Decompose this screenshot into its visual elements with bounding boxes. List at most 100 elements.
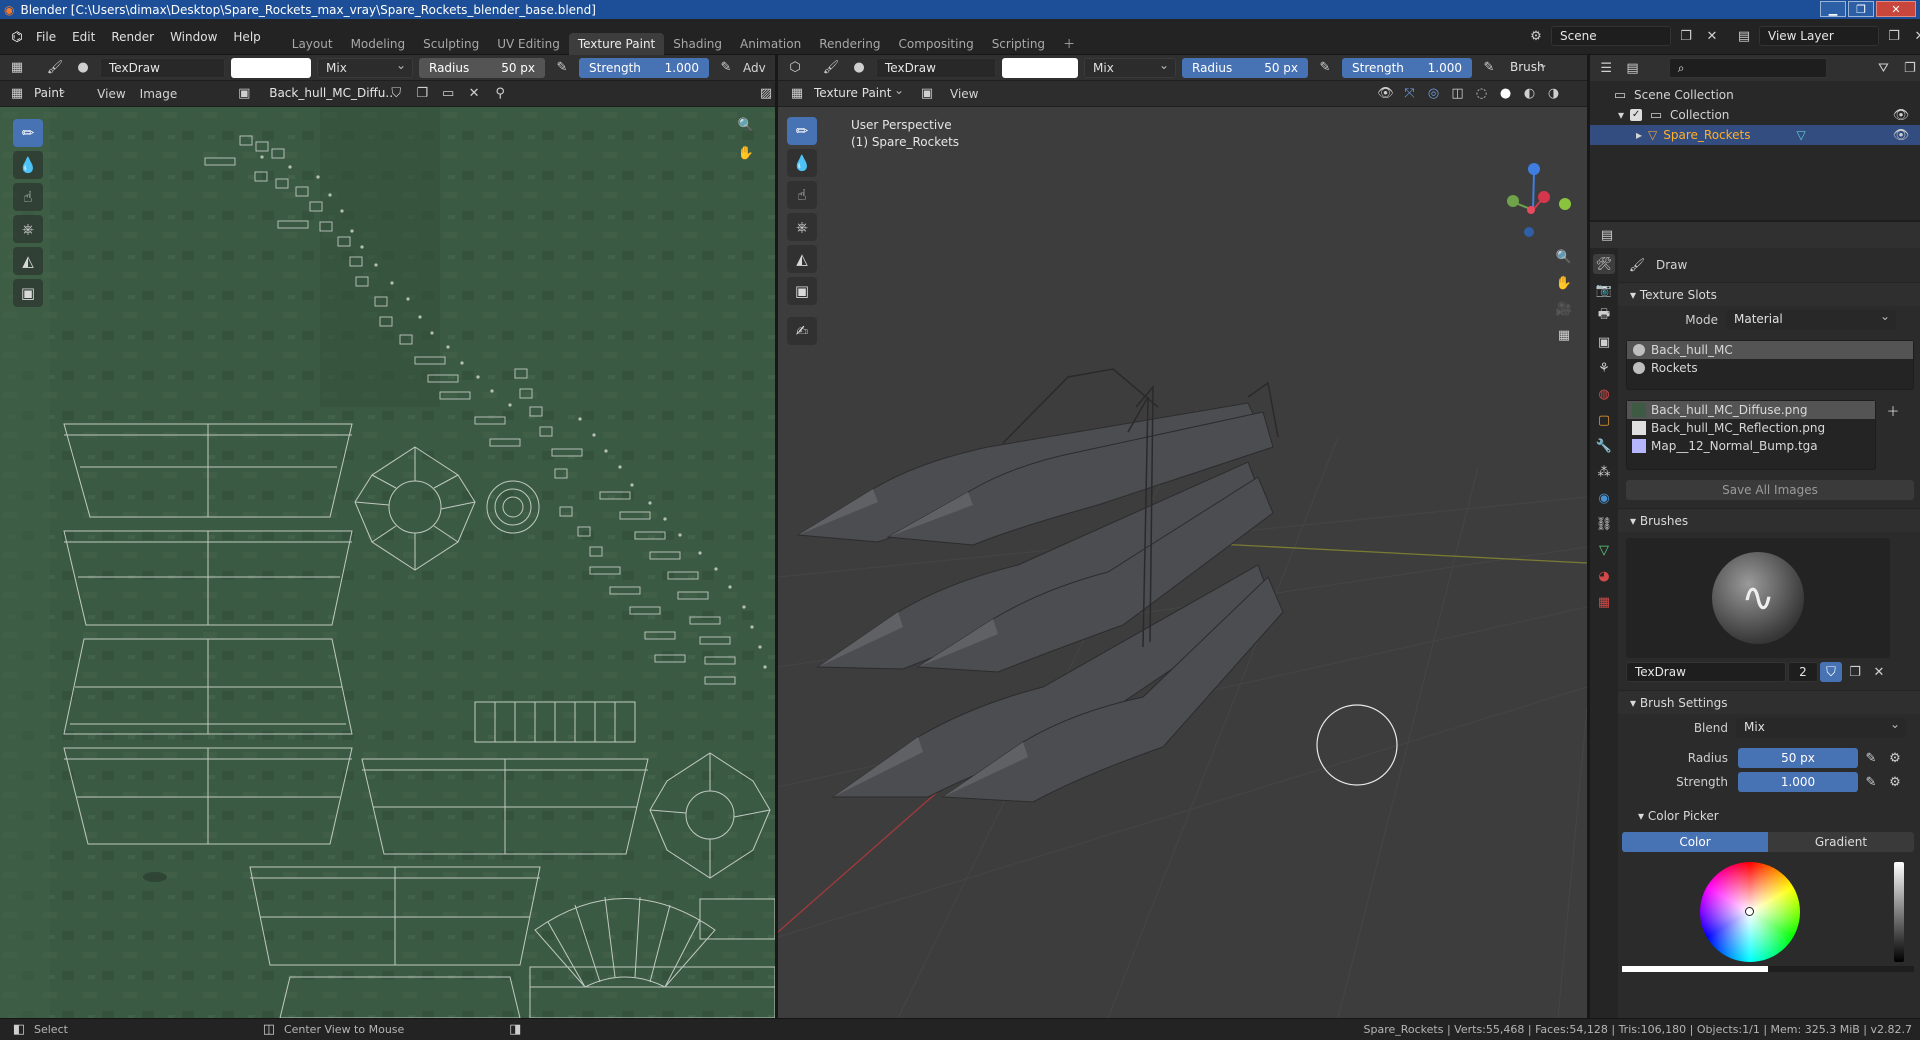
brushes-header[interactable]: ▾ Brushes — [1618, 508, 1920, 532]
menu-view[interactable]: View — [97, 87, 125, 101]
collection-label[interactable]: Collection — [1670, 108, 1729, 122]
close-window-button[interactable]: ✕ — [1876, 1, 1916, 17]
visibility-icon[interactable]: 👁 — [1374, 84, 1396, 104]
tab-shading[interactable]: Shading — [664, 33, 731, 55]
brush-name-field[interactable]: TexDraw — [876, 57, 996, 78]
view-layer-field[interactable]: View Layer — [1759, 26, 1879, 46]
delete-view-layer-icon[interactable]: ✕ — [1909, 26, 1920, 46]
new-image-icon[interactable]: ❐ — [413, 84, 431, 104]
menu-image[interactable]: Image — [140, 87, 178, 101]
strength-jitter-icon[interactable]: ⚙ — [1884, 772, 1906, 792]
camera-view-icon[interactable]: 🎥 — [1553, 299, 1575, 319]
output-tab-icon[interactable]: 🖶 — [1593, 306, 1615, 326]
texture-slots-header[interactable]: ▾ Texture Slots — [1618, 282, 1920, 306]
list-item[interactable]: Map__12_Normal_Bump.tga — [1627, 437, 1875, 455]
scene-field[interactable]: Scene — [1551, 26, 1671, 46]
checkbox-icon[interactable]: ✓ — [1630, 109, 1643, 121]
eye-icon[interactable]: 👁 — [1890, 105, 1912, 125]
draw-tool-icon[interactable]: ✏ — [13, 119, 43, 147]
brush-datablock-name[interactable]: TexDraw — [1626, 662, 1786, 682]
constraints-tab-icon[interactable]: ⛓ — [1593, 514, 1615, 534]
zoom-icon[interactable]: 🔍 — [1553, 247, 1575, 267]
menu-edit[interactable]: Edit — [64, 26, 103, 48]
scene-icon[interactable]: ⚙ — [1525, 26, 1547, 46]
physics-tab-icon[interactable]: ◉ — [1593, 488, 1615, 508]
list-item[interactable]: Back_hull_MC_Reflection.png — [1627, 419, 1875, 437]
object-tab-icon[interactable]: ▢ — [1593, 410, 1615, 430]
tab-compositing[interactable]: Compositing — [889, 33, 982, 55]
uv-texture-canvas[interactable]: ✏ 💧 ☝ ⎈ ◭ ▣ 🔍 ✋ — [0, 107, 775, 1018]
save-all-images-button[interactable]: Save All Images — [1626, 480, 1914, 500]
tab-texture-paint[interactable]: Texture Paint — [568, 33, 665, 55]
brush-menu[interactable]: Brush — [1506, 55, 1554, 78]
data-tab-icon[interactable]: ▽ — [1593, 540, 1615, 560]
blender-menu-icon[interactable]: ⌬ — [6, 27, 28, 47]
viewport-canvas[interactable]: User Perspective (1) Spare_Rockets ✏ 💧 ☝… — [778, 107, 1587, 1018]
brush-preview[interactable]: ∿ — [1626, 538, 1890, 658]
smear-tool-icon[interactable]: ☝ — [13, 183, 43, 211]
gizmo-icon[interactable]: ⤧ — [1398, 84, 1420, 104]
pressure-strength-icon[interactable]: ✎ — [1478, 58, 1500, 78]
tool-tab-icon[interactable]: 🛠 — [1593, 254, 1615, 274]
list-item[interactable]: Back_hull_MC — [1627, 341, 1913, 359]
menu-render[interactable]: Render — [103, 26, 162, 48]
radius-slider[interactable]: Radius 50 px — [1182, 57, 1308, 78]
list-item[interactable]: Back_hull_MC_Diffuse.png — [1627, 401, 1875, 419]
brush-color-swatch[interactable] — [231, 57, 311, 78]
strength-slider[interactable]: Strength 1.000 — [579, 57, 709, 78]
scene-tab-icon[interactable]: ⚘ — [1593, 358, 1615, 378]
draw-tool-icon[interactable]: ✏ — [787, 117, 817, 145]
display-channels-icon[interactable]: ▨ — [757, 84, 775, 104]
image-browse-icon[interactable]: ▣ — [235, 84, 253, 104]
smear-tool-icon[interactable]: ☝ — [787, 181, 817, 209]
tab-sculpting[interactable]: Sculpting — [414, 33, 488, 55]
tab-modeling[interactable]: Modeling — [342, 33, 415, 55]
eye-icon[interactable]: 👁 — [1890, 125, 1912, 145]
value-slider[interactable] — [1894, 862, 1904, 962]
fill-tool-icon[interactable]: ◭ — [13, 247, 43, 275]
brush-name-field[interactable]: TexDraw — [100, 57, 225, 78]
brush-blend-dropdown[interactable]: Mix — [1736, 715, 1906, 738]
modifier-tab-icon[interactable]: 🔧 — [1593, 436, 1615, 456]
mask-tool-icon[interactable]: ▣ — [787, 277, 817, 305]
fake-user-shield-icon[interactable]: ⛉ — [1820, 662, 1842, 682]
rendered-shading-icon[interactable]: ◑ — [1542, 84, 1564, 104]
annotate-tool-icon[interactable]: ✍ — [787, 317, 817, 345]
particles-tab-icon[interactable]: ⁂ — [1593, 462, 1615, 482]
clone-tool-icon[interactable]: ⎈ — [787, 213, 817, 241]
maximize-button[interactable]: ❐ — [1848, 1, 1874, 17]
interaction-mode-dropdown[interactable]: Texture Paint — [814, 81, 910, 104]
color-wheel[interactable] — [1700, 862, 1800, 962]
editor-type-icon[interactable]: ▦ — [6, 58, 28, 78]
pressure-radius-icon[interactable]: ✎ — [551, 58, 573, 78]
soften-tool-icon[interactable]: 💧 — [13, 151, 43, 179]
display-mode-icon[interactable]: ▤ — [1622, 58, 1642, 78]
blend-mode-dropdown[interactable]: Mix — [1084, 56, 1176, 78]
outliner-search-input[interactable]: ⌕ — [1668, 58, 1828, 78]
solid-shading-icon[interactable]: ● — [1494, 84, 1516, 104]
mode-icon[interactable]: ▦ — [786, 84, 808, 104]
radius-slider[interactable]: Radius 50 px — [419, 57, 545, 78]
outliner-row-spare-rockets[interactable]: ▸ ▽ Spare_Rockets ▽ 👁 — [1590, 125, 1920, 145]
brush-color-swatch[interactable] — [1002, 57, 1078, 78]
pin-icon[interactable]: ⚲ — [491, 84, 509, 104]
add-slot-icon[interactable]: ＋ — [1882, 400, 1904, 420]
unlink-image-icon[interactable]: ✕ — [465, 84, 483, 104]
new-view-layer-icon[interactable]: ❐ — [1883, 26, 1905, 46]
scene-collection-label[interactable]: Scene Collection — [1634, 88, 1734, 102]
soften-tool-icon[interactable]: 💧 — [787, 149, 817, 177]
brush-tool-icon[interactable]: 🖌 — [820, 58, 842, 78]
pressure-radius-icon[interactable]: ✎ — [1314, 58, 1336, 78]
material-shading-icon[interactable]: ◐ — [1518, 84, 1540, 104]
radius-pressure-icon[interactable]: ✎ — [1860, 748, 1882, 768]
wireframe-shading-icon[interactable]: ◌ — [1470, 84, 1492, 104]
pan-hand-icon[interactable]: ✋ — [1553, 273, 1575, 293]
view-layer-icon[interactable]: ▤ — [1733, 26, 1755, 46]
brush-data-icon[interactable]: ● — [848, 58, 870, 78]
viewport-editor-type-icon[interactable]: ⬡ — [784, 58, 806, 78]
open-image-icon[interactable]: ▭ — [439, 84, 457, 104]
tab-scripting[interactable]: Scripting — [983, 33, 1054, 55]
view-layer-tab-icon[interactable]: ▣ — [1593, 332, 1615, 352]
menu-file[interactable]: File — [28, 26, 64, 48]
gradient-tab[interactable]: Gradient — [1768, 832, 1914, 852]
